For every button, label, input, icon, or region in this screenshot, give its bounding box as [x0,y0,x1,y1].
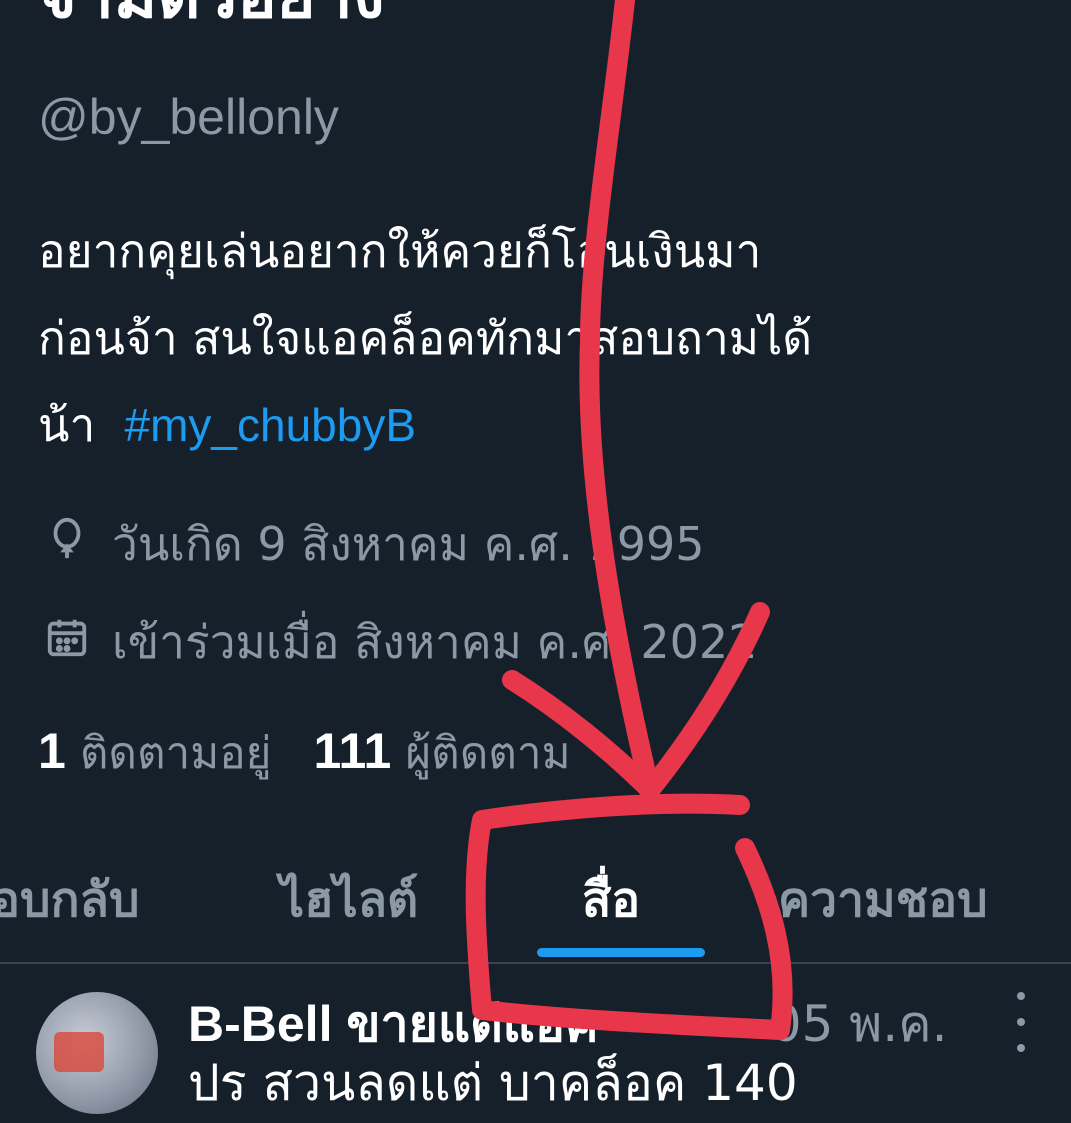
follow-stats: 1 ติดตามอยู่ 111 ผู้ติดตาม [38,718,571,788]
following-link[interactable]: 1 ติดตามอยู่ [38,718,271,788]
profile-tabs: ตอบกลับ ไฮไลต์ สื่อ ความชอบ [0,862,1071,958]
tab-highlights[interactable]: ไฮไลต์ [280,862,418,938]
balloon-icon [44,516,90,573]
profile-handle: @by_bellonly [38,89,339,145]
bio-line-2: ก่อนจ้า สนใจแอคล็อคทักมาสอบถามได้ [38,311,813,365]
tab-replies[interactable]: ตอบกลับ [0,862,139,938]
bio-line-1: อยากคุยเล่นอยากให้ควยก็โอนเงินมา [38,224,762,278]
followers-link[interactable]: 111 ผู้ติดตาม [313,718,570,788]
tweet-text: ปร สวนลดแต่ บาคล็อค 140 [188,1054,798,1112]
more-vertical-icon[interactable] [1006,992,1036,1052]
tab-media[interactable]: สื่อ [582,862,640,938]
profile-name: จ้ามีตัวอย่าง [38,0,385,28]
birthday-row: วันเกิด 9 สิงหาคม ค.ศ. 1995 [44,508,705,581]
bio-line-3: น้า #my_chubbyB [38,398,417,452]
calendar-icon [44,614,90,671]
birthday-text: วันเกิด 9 สิงหาคม ค.ศ. 1995 [112,517,705,571]
divider [0,962,1071,964]
joined-text: เข้าร่วมเมื่อ สิงหาคม ค.ศ. 2022 [112,615,758,669]
hashtag-link[interactable]: #my_chubbyB [125,399,417,451]
tab-likes[interactable]: ความชอบ [778,862,988,938]
tab-active-indicator [537,948,705,957]
avatar[interactable] [36,992,158,1114]
joined-row: เข้าร่วมเมื่อ สิงหาคม ค.ศ. 2022 [44,606,757,679]
profile-bio: อยากคุยเล่นอยากให้ควยก็โอนเงินมา ก่อนจ้า… [38,208,1048,469]
